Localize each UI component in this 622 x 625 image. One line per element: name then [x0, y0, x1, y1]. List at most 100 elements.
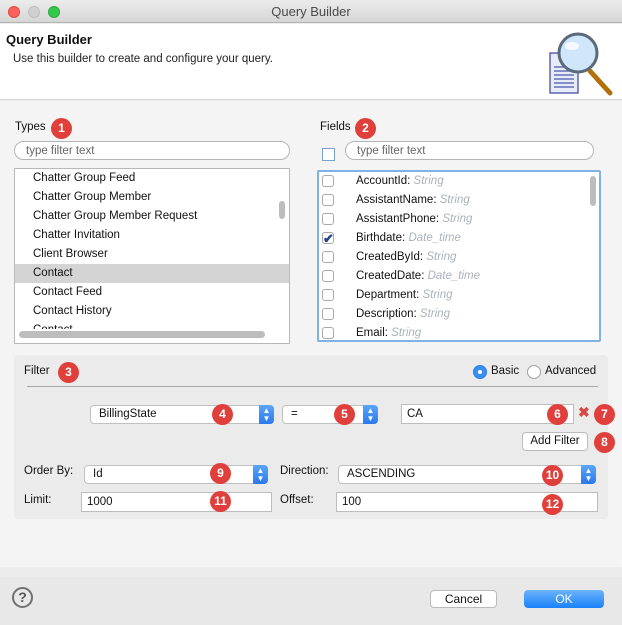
field-type: String	[391, 327, 422, 339]
types-list-item[interactable]: Chatter Group Member	[15, 188, 289, 207]
field-checkbox-checked[interactable]	[322, 229, 334, 248]
types-list-item[interactable]: Contact History	[15, 302, 289, 321]
types-list-item[interactable]: Chatter Invitation	[15, 226, 289, 245]
field-row[interactable]: Email: String	[319, 324, 599, 340]
field-checkbox[interactable]	[322, 327, 334, 339]
field-row[interactable]: CreatedById: String	[319, 248, 599, 267]
field-row[interactable]: AccountId: String	[319, 172, 599, 191]
basic-mode-radio[interactable]	[473, 365, 487, 379]
filter-section: Filter 3 Basic Advanced BillingState ▲ ▼ …	[14, 355, 615, 519]
annotation-badge: 11	[210, 491, 231, 512]
minimize-window-button[interactable]	[28, 6, 40, 18]
dialog-footer: ? Cancel OK	[0, 577, 622, 625]
fields-label: Fields	[320, 121, 351, 133]
field-row[interactable]: AssistantPhone: String	[319, 210, 599, 229]
type-label: Contact Feed	[33, 286, 103, 298]
header-description: Use this builder to create and configure…	[13, 53, 273, 65]
field-checkbox[interactable]	[322, 308, 334, 320]
advanced-mode-radio[interactable]	[527, 365, 541, 379]
chevron-up-down-icon: ▲ ▼	[581, 465, 596, 484]
maximize-window-button[interactable]	[48, 6, 60, 18]
annotation-badge: 9	[210, 463, 231, 484]
field-checkbox[interactable]	[322, 213, 334, 225]
field-row[interactable]: CreatedDate: Date_time	[319, 267, 599, 286]
field-type: String	[439, 194, 470, 206]
field-checkbox[interactable]	[322, 194, 334, 206]
field-name: CreatedById:	[356, 251, 424, 263]
advanced-mode-label: Advanced	[545, 365, 597, 377]
dialog-header: Query Builder Use this builder to create…	[0, 24, 622, 100]
basic-mode-label: Basic	[491, 365, 520, 377]
field-checkbox[interactable]	[322, 270, 334, 282]
annotation-badge: 3	[58, 362, 79, 383]
field-row[interactable]: Description: String	[319, 305, 599, 324]
field-row[interactable]: Birthdate: Date_time	[319, 229, 599, 248]
add-filter-button[interactable]: Add Filter	[522, 432, 588, 451]
types-list-item[interactable]: Contact...	[15, 321, 289, 329]
fields-vertical-scrollbar[interactable]	[590, 176, 596, 206]
field-checkbox[interactable]	[322, 289, 334, 301]
types-list-item[interactable]: Chatter Group Feed	[15, 169, 289, 188]
field-name: Email:	[356, 327, 388, 339]
types-list: Chatter Group Feed Chatter Group Member …	[14, 168, 290, 344]
field-name: Department:	[356, 289, 420, 301]
types-list-item[interactable]: Chatter Group Member Request	[15, 207, 289, 226]
filter-operator-select[interactable]: = ▲ ▼	[282, 405, 378, 424]
chevron-up-down-icon: ▲ ▼	[259, 405, 274, 424]
field-checkbox[interactable]	[322, 251, 334, 263]
types-filter-input[interactable]	[14, 141, 290, 160]
field-row[interactable]: Department: String	[319, 286, 599, 305]
close-window-button[interactable]	[8, 6, 20, 18]
type-label: Chatter Group Member	[33, 191, 152, 203]
filter-field-select[interactable]: BillingState ▲ ▼	[90, 405, 274, 424]
type-label: Contact...	[33, 324, 82, 329]
filter-value-text: CA	[407, 408, 423, 420]
ok-button[interactable]: OK	[524, 590, 604, 608]
field-type: String	[413, 175, 444, 187]
help-icon[interactable]: ?	[12, 587, 33, 608]
field-type: Date_time	[408, 232, 461, 244]
filter-field-value: BillingState	[99, 408, 157, 420]
types-list-item[interactable]: Client Browser	[15, 245, 289, 264]
order-by-select[interactable]: Id ▲ ▼	[84, 465, 268, 484]
limit-value: 1000	[87, 496, 113, 508]
annotation-badge: 12	[542, 494, 563, 515]
types-list-item[interactable]: Contact Feed	[15, 283, 289, 302]
fields-filter-input[interactable]	[345, 141, 594, 160]
field-checkbox[interactable]	[322, 175, 334, 187]
field-name: AccountId:	[356, 175, 411, 187]
window-title: Query Builder	[271, 4, 351, 19]
annotation-badge: 4	[212, 404, 233, 425]
filter-separator	[27, 386, 598, 387]
types-vertical-scrollbar[interactable]	[279, 201, 285, 219]
cancel-button[interactable]: Cancel	[430, 590, 497, 608]
types-label: Types	[15, 121, 46, 133]
annotation-badge: 2	[355, 118, 376, 139]
annotation-badge: 10	[542, 465, 563, 486]
annotation-badge: 6	[547, 404, 568, 425]
annotation-badge: 1	[51, 118, 72, 139]
filter-label: Filter	[24, 365, 50, 377]
type-label: Client Browser	[33, 248, 108, 260]
order-by-label: Order By:	[24, 465, 74, 477]
select-all-fields-checkbox[interactable]	[322, 148, 335, 161]
field-name: AssistantName:	[356, 194, 437, 206]
title-bar: Query Builder	[0, 0, 622, 23]
field-row[interactable]: AssistantName: String	[319, 191, 599, 210]
field-type: String	[419, 308, 450, 320]
annotation-badge: 5	[334, 404, 355, 425]
type-label: Chatter Invitation	[33, 229, 120, 241]
field-type: String	[422, 289, 453, 301]
order-by-value: Id	[93, 468, 103, 480]
field-name: AssistantPhone:	[356, 213, 440, 225]
delete-filter-icon[interactable]: ✖	[578, 404, 590, 421]
chevron-up-down-icon: ▲ ▼	[253, 465, 268, 484]
offset-value: 100	[342, 496, 362, 508]
limit-input[interactable]: 1000	[81, 492, 272, 512]
types-list-item-selected[interactable]: Contact	[15, 264, 289, 283]
types-horizontal-scrollbar[interactable]	[19, 331, 265, 338]
annotation-badge: 8	[594, 432, 615, 453]
type-label: Contact	[33, 267, 73, 279]
type-label: Chatter Group Feed	[33, 172, 136, 184]
fields-list: AccountId: String AssistantName: String …	[317, 170, 601, 342]
